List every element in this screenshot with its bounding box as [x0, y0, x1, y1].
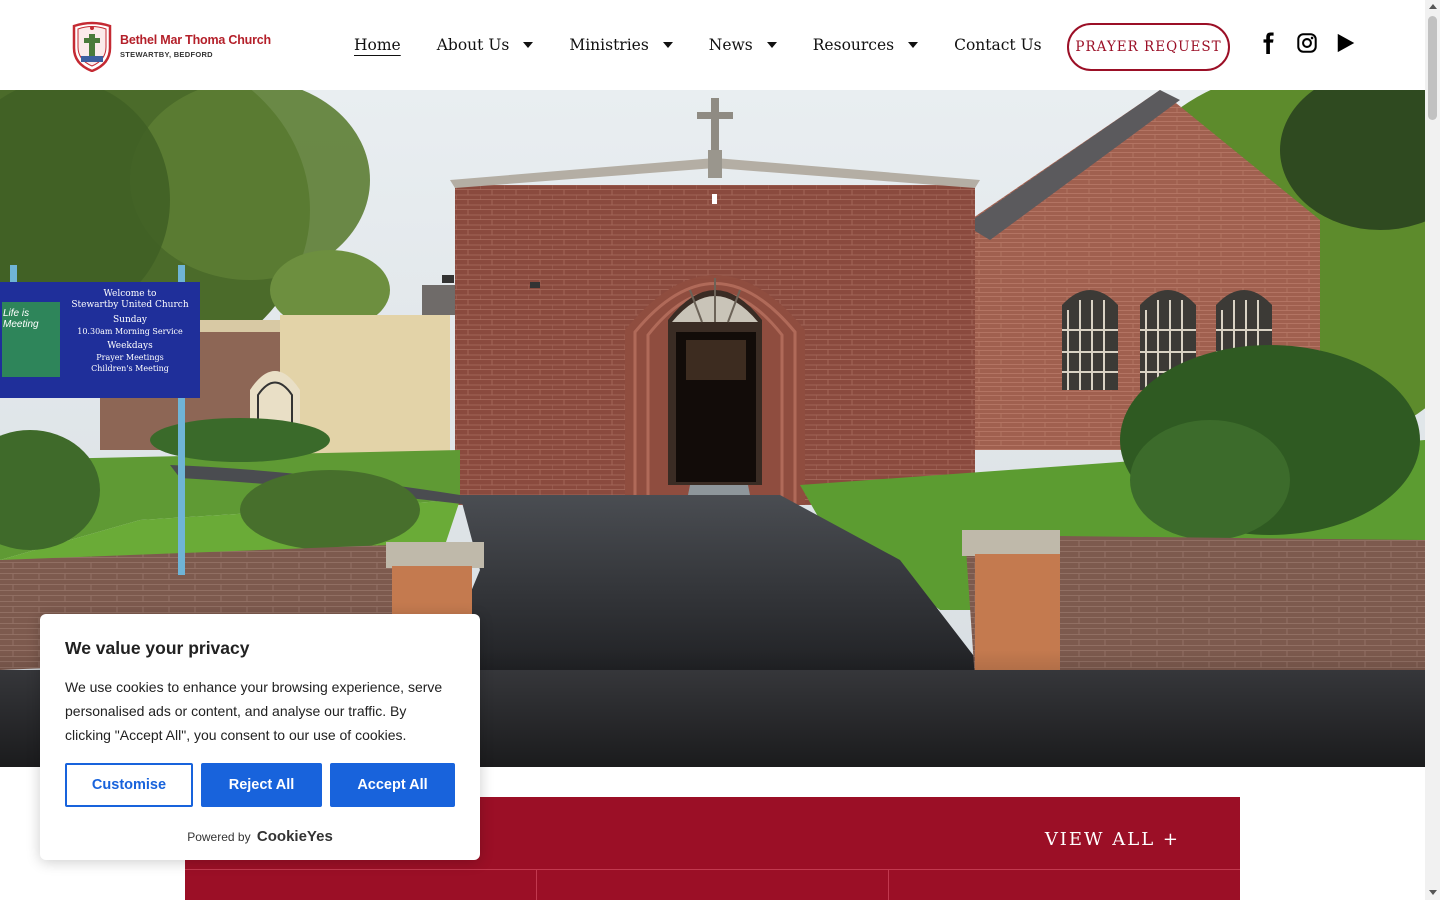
sign-text: Welcome to Stewartby United Church Sunda… — [71, 289, 189, 373]
site-header: Bethel Mar Thoma Church STEWARTBY, BEDFO… — [0, 0, 1425, 90]
caret-down-icon — [766, 42, 777, 48]
nav-contact-us[interactable]: Contact Us — [954, 36, 1042, 54]
caret-down-icon — [662, 42, 673, 48]
main-nav: Home About Us Ministries News Resources … — [354, 36, 1078, 54]
nav-about-us[interactable]: About Us — [437, 36, 534, 54]
powered-by: Powered by CookieYes — [187, 828, 333, 845]
sign-poster-text: Life is Meeting — [3, 308, 39, 330]
reject-all-button[interactable]: Reject All — [201, 763, 322, 807]
event-card[interactable] — [889, 870, 1240, 900]
site-logo[interactable]: Bethel Mar Thoma Church STEWARTBY, BEDFO… — [70, 20, 271, 72]
scrollbar-thumb[interactable] — [1428, 16, 1437, 120]
logo-subtitle: STEWARTBY, BEDFORD — [120, 50, 213, 59]
scroll-up-arrow-icon[interactable] — [1429, 4, 1437, 9]
accept-all-button[interactable]: Accept All — [330, 763, 455, 807]
scroll-down-arrow-icon[interactable] — [1429, 890, 1437, 895]
cookieyes-logo[interactable]: CookieYes — [257, 828, 333, 845]
caret-down-icon — [523, 42, 534, 48]
logo-title: Bethel Mar Thoma Church — [120, 33, 271, 47]
facebook-icon[interactable] — [1258, 32, 1280, 54]
event-card[interactable] — [185, 870, 537, 900]
nav-ministries[interactable]: Ministries — [569, 36, 673, 54]
view-all-link[interactable]: VIEW ALL + — [1045, 829, 1180, 850]
instagram-icon[interactable] — [1296, 32, 1318, 54]
customise-button[interactable]: Customise — [65, 763, 193, 807]
cookie-consent-banner: We value your privacy We use cookies to … — [40, 614, 480, 860]
event-card[interactable] — [537, 870, 889, 900]
page-scrollbar[interactable] — [1425, 0, 1440, 900]
church-crest-icon — [72, 21, 112, 72]
youtube-play-icon[interactable] — [1335, 32, 1357, 54]
nav-resources[interactable]: Resources — [813, 36, 919, 54]
caret-down-icon — [908, 42, 919, 48]
events-row — [185, 869, 1240, 900]
prayer-request-button[interactable]: PRAYER REQUEST — [1067, 23, 1230, 71]
nav-news[interactable]: News — [709, 36, 777, 54]
nav-home[interactable]: Home — [354, 36, 401, 54]
cookie-body: We use cookies to enhance your browsing … — [65, 679, 443, 743]
cookie-title: We value your privacy — [65, 638, 250, 658]
